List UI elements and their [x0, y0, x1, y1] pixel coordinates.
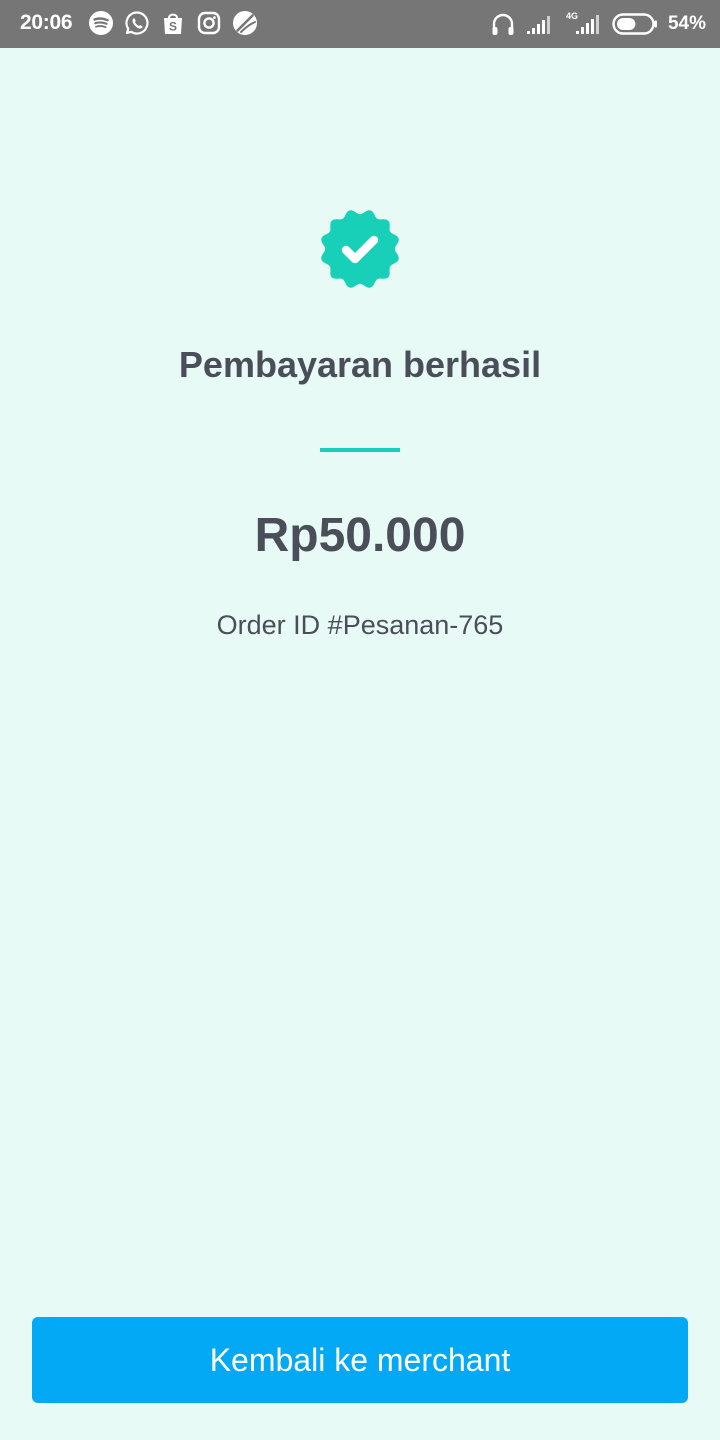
instagram-icon: [196, 10, 222, 36]
whatsapp-icon: [124, 10, 150, 36]
battery-level: [616, 18, 636, 30]
divider: [320, 448, 400, 452]
notification-icons: S: [88, 10, 258, 36]
order-id: Order ID #Pesanan-765: [216, 610, 504, 640]
headphones-icon: [490, 11, 516, 37]
signal-icon: [526, 13, 554, 35]
status-time: 20:06: [20, 11, 73, 34]
svg-text:S: S: [169, 20, 177, 34]
spotify-icon: [88, 10, 114, 36]
status-bar: 20:06 S 4G 54%: [0, 0, 720, 48]
network-type-label: 4G: [566, 11, 578, 21]
music-app-icon: [232, 10, 258, 36]
signal-4g-icon: 4G: [564, 11, 602, 37]
back-to-merchant-button[interactable]: Kembali ke merchant: [32, 1317, 688, 1403]
payment-status-title: Pembayaran berhasil: [178, 344, 542, 385]
battery-icon: [612, 12, 658, 36]
shopping-bag-icon: S: [160, 10, 186, 36]
verified-check-icon: [321, 210, 399, 288]
battery-percent: 54%: [667, 13, 706, 34]
payment-amount: Rp50.000: [254, 509, 466, 562]
system-status: 4G 54%: [490, 10, 706, 38]
